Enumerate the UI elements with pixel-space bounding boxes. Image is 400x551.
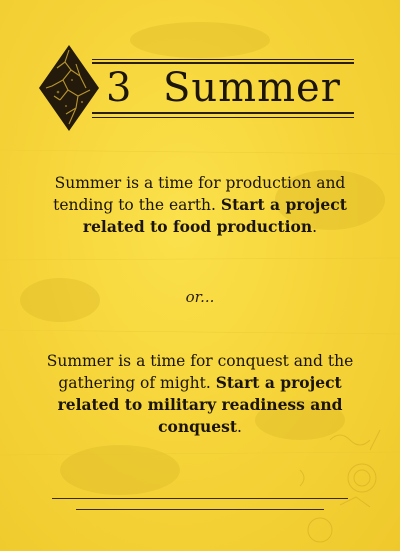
option-two-period: . [236, 418, 242, 436]
header-rule-top [92, 59, 354, 64]
header-rule-bottom [92, 112, 354, 118]
season-title: Summer [163, 65, 341, 111]
option-food-production: Summer is a time for production and tend… [30, 172, 370, 238]
season-card: 3 Summer Summer is a time for production… [0, 0, 400, 551]
footer-rule-short [76, 509, 324, 510]
season-number: 3 [106, 65, 132, 111]
cracked-diamond-icon [39, 45, 99, 131]
option-military-conquest: Summer is a time for conquest and the ga… [30, 350, 370, 438]
option-one-period: . [312, 218, 318, 236]
or-divider: or... [185, 288, 215, 306]
card-header: 3 Summer [0, 0, 400, 140]
footer-rule-long [52, 498, 348, 499]
